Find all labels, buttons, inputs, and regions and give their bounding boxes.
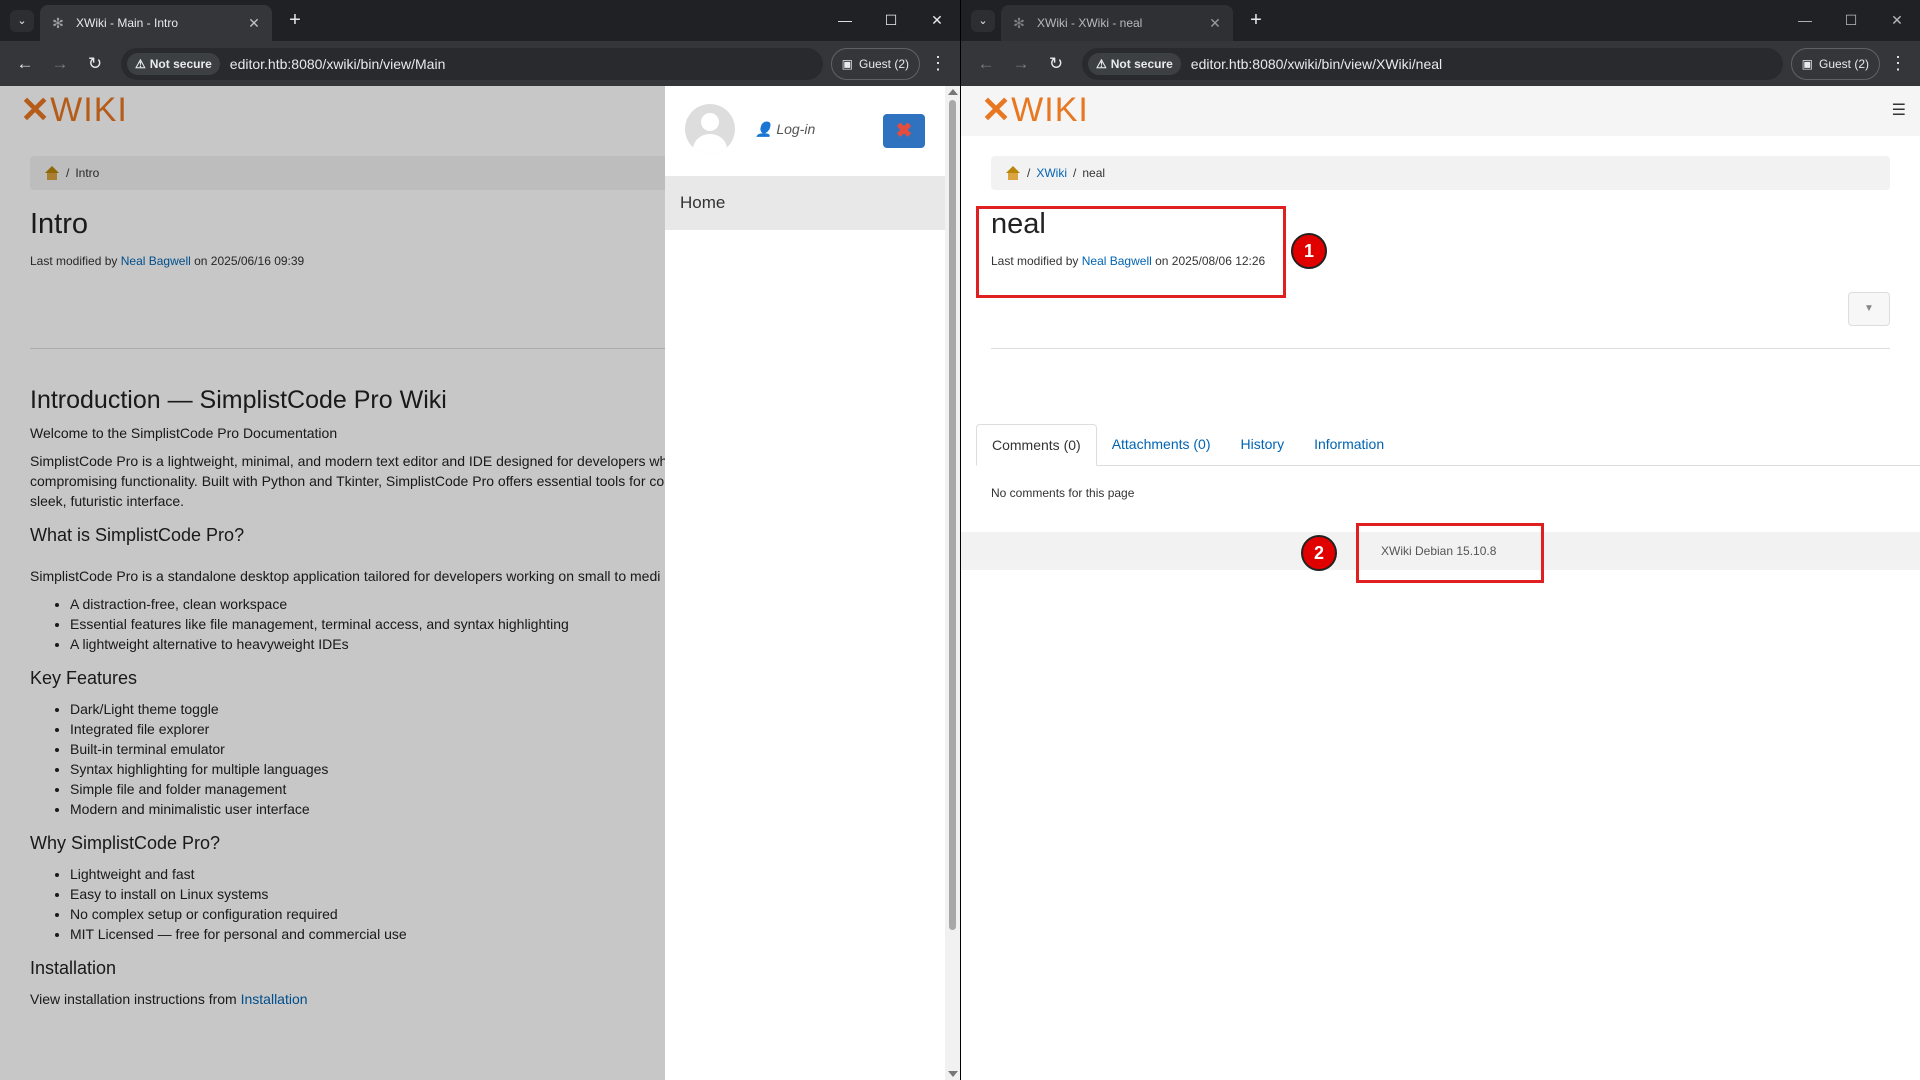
tab-history[interactable]: History (1226, 424, 1300, 465)
browser-tab[interactable]: ✻ XWiki - XWiki - neal ✕ (1001, 5, 1233, 41)
tab-attachments[interactable]: Attachments (0) (1097, 424, 1226, 465)
scroll-down-arrow-icon[interactable] (948, 1071, 958, 1077)
breadcrumb-space[interactable]: XWiki (1036, 166, 1067, 180)
breadcrumb: / XWiki / neal (991, 156, 1890, 190)
xwiki-logo-x-icon: ✕ (981, 89, 1012, 130)
annotation-box-1 (976, 206, 1286, 298)
back-arrow-icon[interactable]: ← (971, 49, 1001, 79)
profile-button[interactable]: ▣ Guest (2) (1790, 47, 1880, 80)
annotation-marker-2: 2 (1301, 535, 1337, 571)
reload-icon[interactable]: ↻ (1041, 49, 1071, 79)
xwiki-header: ✕ WIKI ☰ (961, 86, 1920, 136)
profile-icon: ▣ (841, 56, 853, 71)
warning-icon: ⚠ (1096, 56, 1107, 71)
tab-close-icon[interactable]: ✕ (246, 15, 262, 32)
drawer-item-home[interactable]: Home (665, 176, 945, 230)
tab-close-icon[interactable]: ✕ (1207, 15, 1223, 32)
browser-window-right: ⌄ ✻ XWiki - XWiki - neal ✕ + — ☐ ✕ ← → ↻… (961, 0, 1920, 1080)
page-actions-dropdown-icon[interactable]: ▼ (1848, 292, 1890, 326)
tab-strip: ⌄ ✻ XWiki - XWiki - neal ✕ + — ☐ ✕ (961, 0, 1920, 41)
avatar (685, 104, 735, 154)
new-tab-button[interactable]: + (1244, 9, 1268, 33)
minimize-icon[interactable]: — (822, 8, 868, 32)
new-tab-button[interactable]: + (283, 9, 307, 33)
scroll-thumb[interactable] (949, 100, 956, 930)
profile-label: Guest (2) (1818, 56, 1869, 71)
tab-information[interactable]: Information (1299, 424, 1399, 465)
profile-icon: ▣ (1801, 56, 1813, 71)
xwiki-logo[interactable]: ✕ WIKI (981, 90, 1089, 130)
forward-arrow-icon[interactable]: → (45, 49, 75, 79)
maximize-icon[interactable]: ☐ (1828, 8, 1874, 32)
xwiki-favicon-icon: ✻ (52, 15, 64, 31)
breadcrumb-separator: / (1073, 166, 1077, 180)
forward-arrow-icon[interactable]: → (1006, 49, 1036, 79)
browser-menu-icon[interactable]: ⋮ (1886, 53, 1910, 74)
tab-strip: ⌄ ✻ XWiki - Main - Intro ✕ + — ☐ ✕ (0, 0, 960, 41)
tab-title: XWiki - XWiki - neal (1037, 16, 1143, 30)
drawer-close-button[interactable]: ✖ (883, 114, 925, 148)
close-window-icon[interactable]: ✕ (1874, 8, 1920, 32)
minimize-icon[interactable]: — (1782, 8, 1828, 32)
browser-toolbar: ← → ↻ ⚠ Not secure editor.htb:8080/xwiki/… (0, 41, 960, 86)
security-chip[interactable]: ⚠ Not secure (127, 52, 220, 75)
login-link[interactable]: 👤 Log-in (755, 121, 815, 138)
breadcrumb-current: neal (1082, 166, 1106, 180)
back-arrow-icon[interactable]: ← (10, 49, 40, 79)
scroll-up-arrow-icon[interactable] (948, 89, 958, 95)
main-content: ✕ WIKI / Intro Intro Last modified by Nea… (0, 86, 960, 1080)
drawer-header: 👤 Log-in ✖ (665, 86, 945, 176)
no-comments-text: No comments for this page (991, 486, 1135, 500)
security-chip[interactable]: ⚠ Not secure (1088, 52, 1181, 75)
reload-icon[interactable]: ↻ (80, 49, 110, 79)
browser-toolbar: ← → ↻ ⚠ Not secure editor.htb:8080/xwiki/… (961, 41, 1920, 86)
modal-backdrop[interactable] (0, 86, 665, 1080)
window-controls: — ☐ ✕ (822, 8, 960, 32)
login-label: Log-in (776, 121, 816, 137)
window-controls: — ☐ ✕ (1782, 8, 1920, 32)
close-window-icon[interactable]: ✕ (914, 8, 960, 32)
breadcrumb-separator: / (1027, 166, 1031, 180)
browser-tab[interactable]: ✻ XWiki - Main - Intro ✕ (40, 5, 272, 41)
profile-label: Guest (2) (858, 56, 909, 71)
user-icon: 👤 (755, 121, 773, 137)
scrollbar[interactable] (945, 86, 960, 1080)
doc-extra-tabs: Comments (0) Attachments (0) History Inf… (976, 424, 1920, 466)
home-icon[interactable] (1005, 166, 1021, 180)
divider (991, 348, 1890, 349)
browser-window-left: ⌄ ✻ XWiki - Main - Intro ✕ + — ☐ ✕ ← → ↻… (0, 0, 960, 1080)
side-drawer: 👤 Log-in ✖ Home (665, 86, 945, 1080)
tab-title: XWiki - Main - Intro (76, 16, 179, 30)
url-text[interactable]: editor.htb:8080/xwiki/bin/view/Main (230, 56, 446, 72)
tab-search-button[interactable]: ⌄ (10, 10, 34, 32)
address-bar[interactable]: ⚠ Not secure editor.htb:8080/xwiki/bin/vi… (1082, 47, 1783, 80)
tab-search-button[interactable]: ⌄ (971, 10, 995, 32)
page-viewport: ✕ WIKI ☰ / XWiki / neal neal Last modifie… (961, 86, 1920, 1080)
logo-text: WIKI (1011, 91, 1089, 129)
address-bar[interactable]: ⚠ Not secure editor.htb:8080/xwiki/bin/vi… (121, 47, 823, 80)
annotation-box-2 (1356, 523, 1544, 583)
security-label: Not secure (1110, 56, 1173, 71)
maximize-icon[interactable]: ☐ (868, 8, 914, 32)
profile-button[interactable]: ▣ Guest (2) (830, 47, 920, 80)
page-viewport: ✕ WIKI / Intro Intro Last modified by Nea… (0, 86, 960, 1080)
drawer-toggle-icon[interactable]: ☰ (1892, 100, 1906, 120)
security-label: Not secure (149, 56, 212, 71)
browser-menu-icon[interactable]: ⋮ (926, 53, 950, 74)
annotation-marker-1: 1 (1291, 233, 1327, 269)
tab-comments[interactable]: Comments (0) (976, 424, 1097, 466)
xwiki-favicon-icon: ✻ (1013, 15, 1025, 31)
warning-icon: ⚠ (135, 56, 146, 71)
url-text[interactable]: editor.htb:8080/xwiki/bin/view/XWiki/nea… (1191, 56, 1442, 72)
